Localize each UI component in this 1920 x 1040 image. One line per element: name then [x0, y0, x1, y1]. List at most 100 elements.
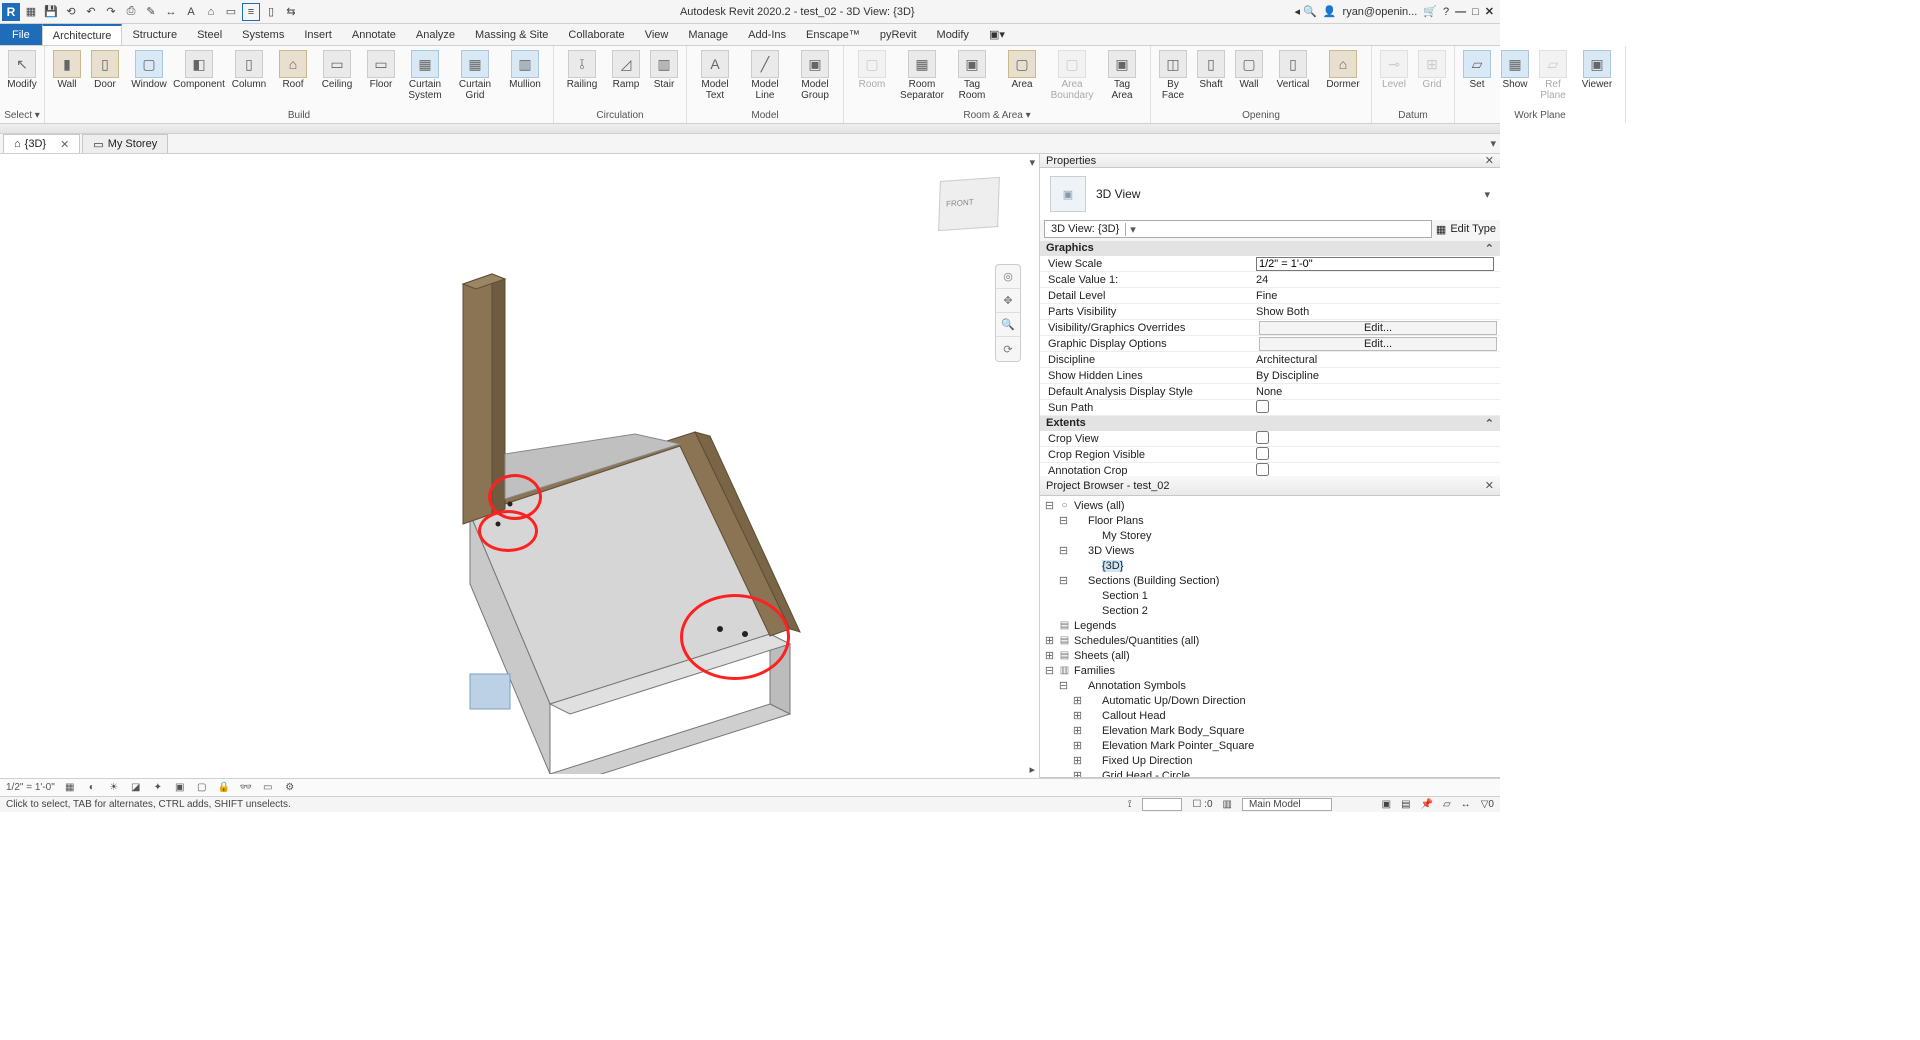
tree-node[interactable]: Section 1 [1042, 588, 1500, 603]
room-separator-button[interactable]: ▦Room Separator [898, 48, 946, 103]
group-select[interactable]: Select ▾ [4, 109, 40, 123]
tab-modify[interactable]: Modify [927, 24, 979, 45]
sunpath-checkbox[interactable] [1256, 400, 1269, 413]
tree-node[interactable]: ⊞▤Schedules/Quantities (all) [1042, 633, 1500, 648]
rendering-icon[interactable]: ✦ [151, 781, 165, 795]
model-group-button[interactable]: ▣Model Group [791, 48, 839, 103]
nav-zoom-icon[interactable]: 🔍 [996, 313, 1020, 337]
viewer-button[interactable]: ▣Viewer [1573, 48, 1621, 93]
tree-node[interactable]: ⊞▤Sheets (all) [1042, 648, 1500, 663]
nav-wheel-icon[interactable]: ◎ [996, 265, 1020, 289]
qat-section-icon[interactable]: ▭ [222, 3, 240, 21]
reveal-icon[interactable]: ▭ [261, 781, 275, 795]
tab-massing[interactable]: Massing & Site [465, 24, 558, 45]
wall-button[interactable]: ▮Wall [49, 48, 85, 93]
help-icon[interactable]: ? [1443, 6, 1449, 18]
filter-icon[interactable]: ▽0 [1481, 799, 1494, 810]
tree-node[interactable]: ⊟3D Views [1042, 543, 1500, 558]
window-close-icon[interactable]: ✕ [1485, 5, 1494, 18]
worksets-icon[interactable]: ⟟ [1128, 799, 1132, 810]
select-underlay-icon[interactable]: ▤ [1401, 799, 1410, 810]
shadows-icon[interactable]: ◪ [129, 781, 143, 795]
tab-annotate[interactable]: Annotate [342, 24, 406, 45]
qat-undo-icon[interactable]: ↶ [82, 3, 100, 21]
vgo-button[interactable]: Edit... [1259, 321, 1497, 335]
tree-node[interactable]: ⊟Annotation Symbols [1042, 678, 1500, 693]
close-icon[interactable]: ✕ [1485, 154, 1494, 167]
view-canvas[interactable]: ◎ ✥ 🔍 ⟳ ▾ ▸ [0, 154, 1040, 778]
section-extents[interactable]: Extents⌃ [1040, 416, 1500, 431]
railing-button[interactable]: ⫱Railing [558, 48, 606, 93]
tree-node[interactable]: ▤Legends [1042, 618, 1500, 633]
window-button[interactable]: ▢Window [125, 48, 173, 93]
qat-text-icon[interactable]: A [182, 3, 200, 21]
qat-switch-icon[interactable]: ⇆ [282, 3, 300, 21]
tree-node[interactable]: Section 2 [1042, 603, 1500, 618]
tag-area-button[interactable]: ▣Tag Area [1098, 48, 1146, 103]
tree-node[interactable]: ⊞Elevation Mark Body_Square [1042, 723, 1500, 738]
tab-enscape[interactable]: Enscape™ [796, 24, 870, 45]
detail-level-icon[interactable]: ▦ [63, 781, 77, 795]
tab-collaborate[interactable]: Collaborate [558, 24, 634, 45]
canvas-menu-icon[interactable]: ▾ [1029, 156, 1035, 169]
curtain-system-button[interactable]: ▦Curtain System [401, 48, 449, 103]
tree-node[interactable]: ⊞Automatic Up/Down Direction [1042, 693, 1500, 708]
mullion-button[interactable]: ▥Mullion [501, 48, 549, 93]
qat-measure-icon[interactable]: ✎ [142, 3, 160, 21]
wall-opening-button[interactable]: ▢Wall [1231, 48, 1267, 93]
window-restore-icon[interactable]: □ [1472, 6, 1479, 18]
tree-node[interactable]: ⊞Fixed Up Direction [1042, 753, 1500, 768]
modify-button[interactable]: ↖Modify [4, 48, 40, 93]
view-tabs-menu-icon[interactable]: ▾ [1490, 134, 1500, 153]
tree-node[interactable]: My Storey [1042, 528, 1500, 543]
tree-node[interactable]: ⊟○Views (all) [1042, 498, 1500, 513]
tree-node[interactable]: ⊞Grid Head - Circle [1042, 768, 1500, 777]
crop-region-checkbox[interactable] [1256, 447, 1269, 460]
crop-view-checkbox[interactable] [1256, 431, 1269, 444]
component-button[interactable]: ◧Component [175, 48, 223, 93]
design-options-icon[interactable]: ▥ [1223, 799, 1232, 810]
area-button[interactable]: ▢Area [998, 48, 1046, 93]
tab-addins[interactable]: Add-Ins [738, 24, 796, 45]
shaft-button[interactable]: ▯Shaft [1193, 48, 1229, 93]
sun-path-icon[interactable]: ☀ [107, 781, 121, 795]
show-button[interactable]: ▦Show [1497, 48, 1533, 93]
tab-view[interactable]: View [635, 24, 679, 45]
browser-tree[interactable]: ⊟○Views (all)⊟Floor PlansMy Storey⊟3D Vi… [1040, 496, 1500, 777]
qat-3d-icon[interactable]: ⌂ [202, 3, 220, 21]
tab-architecture[interactable]: Architecture [42, 24, 123, 45]
nav-pan-icon[interactable]: ✥ [996, 289, 1020, 313]
qat-print-icon[interactable]: ⎙ [122, 3, 140, 21]
signin-icon[interactable]: 👤 [1323, 5, 1337, 18]
nav-orbit-icon[interactable]: ⟳ [996, 337, 1020, 361]
worksets-combo[interactable] [1142, 798, 1183, 811]
dormer-button[interactable]: ⌂Dormer [1319, 48, 1367, 93]
view-cube[interactable] [929, 174, 1009, 254]
select-links-icon[interactable]: ▣ [1382, 799, 1391, 810]
qat-open-icon[interactable]: ▦ [22, 3, 40, 21]
tag-room-button[interactable]: ▣Tag Room [948, 48, 996, 103]
drag-elements-icon[interactable]: ↔ [1461, 799, 1471, 810]
qat-sync-icon[interactable]: ⟲ [62, 3, 80, 21]
select-face-icon[interactable]: ▱ [1443, 799, 1451, 810]
tree-node[interactable]: {3D} [1042, 558, 1500, 573]
user-name[interactable]: ryan@openin... [1343, 6, 1418, 18]
section-graphics[interactable]: Graphics⌃ [1040, 241, 1500, 256]
edit-type-button[interactable]: ▦ Edit Type [1436, 223, 1496, 236]
by-face-button[interactable]: ◫By Face [1155, 48, 1191, 103]
visual-style-icon[interactable]: ◐ [85, 781, 99, 795]
analytical-icon[interactable]: ⚙ [283, 781, 297, 795]
tree-node[interactable]: ⊞Callout Head [1042, 708, 1500, 723]
gdo-button[interactable]: Edit... [1259, 337, 1497, 351]
view-tab-3d[interactable]: ⌂ {3D}✕ [3, 134, 80, 153]
tab-structure[interactable]: Structure [122, 24, 187, 45]
vertical-button[interactable]: ▯Vertical [1269, 48, 1317, 93]
door-button[interactable]: ▯Door [87, 48, 123, 93]
close-icon[interactable]: ✕ [1485, 479, 1494, 492]
column-button[interactable]: ▯Column [225, 48, 273, 93]
stair-button[interactable]: ▥Stair [646, 48, 682, 93]
view-scale-input[interactable] [1256, 257, 1494, 271]
temp-hide-icon[interactable]: 👓 [239, 781, 253, 795]
canvas-scroll-icon[interactable]: ▸ [1029, 763, 1035, 776]
tree-node[interactable]: ⊟▥Families [1042, 663, 1500, 678]
